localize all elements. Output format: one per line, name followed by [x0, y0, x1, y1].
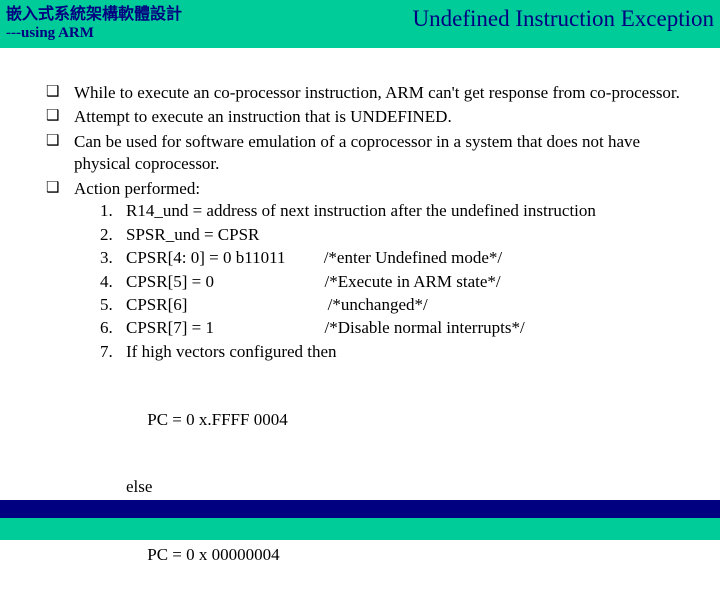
- bullet-item: While to execute an co-processor instruc…: [46, 82, 692, 104]
- step-number: 1.: [100, 200, 126, 222]
- bullet-item: Can be used for software emulation of a …: [46, 131, 692, 176]
- numbered-list: 1.R14_und = address of next instruction …: [74, 200, 692, 363]
- step-text: If high vectors configured then: [126, 341, 337, 363]
- step-text: CPSR[4: 0] = 0 b11011 /*enter Undefined …: [126, 247, 502, 269]
- step-text: CPSR[7] = 1 /*Disable normal interrupts*…: [126, 317, 525, 339]
- bullet-item: Attempt to execute an instruction that i…: [46, 106, 692, 128]
- header-left-block: 嵌入式系統架構軟體設計 ---using ARM: [6, 6, 182, 42]
- bullet-text: Can be used for software emulation of a …: [74, 132, 640, 173]
- list-item: 7.If high vectors configured then: [100, 341, 692, 363]
- step-number: 5.: [100, 294, 126, 316]
- if-block: PC = 0 x.FFFF 0004 else PC = 0 x 0000000…: [74, 364, 692, 611]
- step-number: 3.: [100, 247, 126, 269]
- step-number: 7.: [100, 341, 126, 363]
- slide-title: Undefined Instruction Exception: [413, 6, 714, 32]
- step-text: R14_und = address of next instruction af…: [126, 200, 596, 222]
- step-number: 2.: [100, 224, 126, 246]
- if-line: PC = 0 x.FFFF 0004: [126, 409, 692, 431]
- step-text: CPSR[5] = 0 /*Execute in ARM state*/: [126, 271, 501, 293]
- list-item: 2.SPSR_und = CPSR: [100, 224, 692, 246]
- list-item: 3.CPSR[4: 0] = 0 b11011 /*enter Undefine…: [100, 247, 692, 269]
- header-subtitle: ---using ARM: [6, 25, 182, 42]
- step-number: 6.: [100, 317, 126, 339]
- list-item: 6.CPSR[7] = 1 /*Disable normal interrupt…: [100, 317, 692, 339]
- list-item: 1.R14_und = address of next instruction …: [100, 200, 692, 222]
- bullet-text: Attempt to execute an instruction that i…: [74, 107, 452, 126]
- step-text: SPSR_und = CPSR: [126, 224, 259, 246]
- footer-bar: [0, 518, 720, 540]
- footer-accent-bar: [0, 500, 720, 518]
- list-item: 5.CPSR[6] /*unchanged*/: [100, 294, 692, 316]
- header-title-cn: 嵌入式系統架構軟體設計: [6, 6, 182, 24]
- step-number: 4.: [100, 271, 126, 293]
- bullet-text: While to execute an co-processor instruc…: [74, 83, 680, 102]
- slide-header: 嵌入式系統架構軟體設計 ---using ARM Undefined Instr…: [0, 0, 720, 48]
- step-text: CPSR[6] /*unchanged*/: [126, 294, 428, 316]
- list-item: 4.CPSR[5] = 0 /*Execute in ARM state*/: [100, 271, 692, 293]
- bullet-text: Action performed:: [74, 179, 200, 198]
- else-pc-line: PC = 0 x 00000004: [126, 544, 692, 566]
- else-line: else: [126, 476, 692, 498]
- bullet-item: Action performed: 1.R14_und = address of…: [46, 178, 692, 611]
